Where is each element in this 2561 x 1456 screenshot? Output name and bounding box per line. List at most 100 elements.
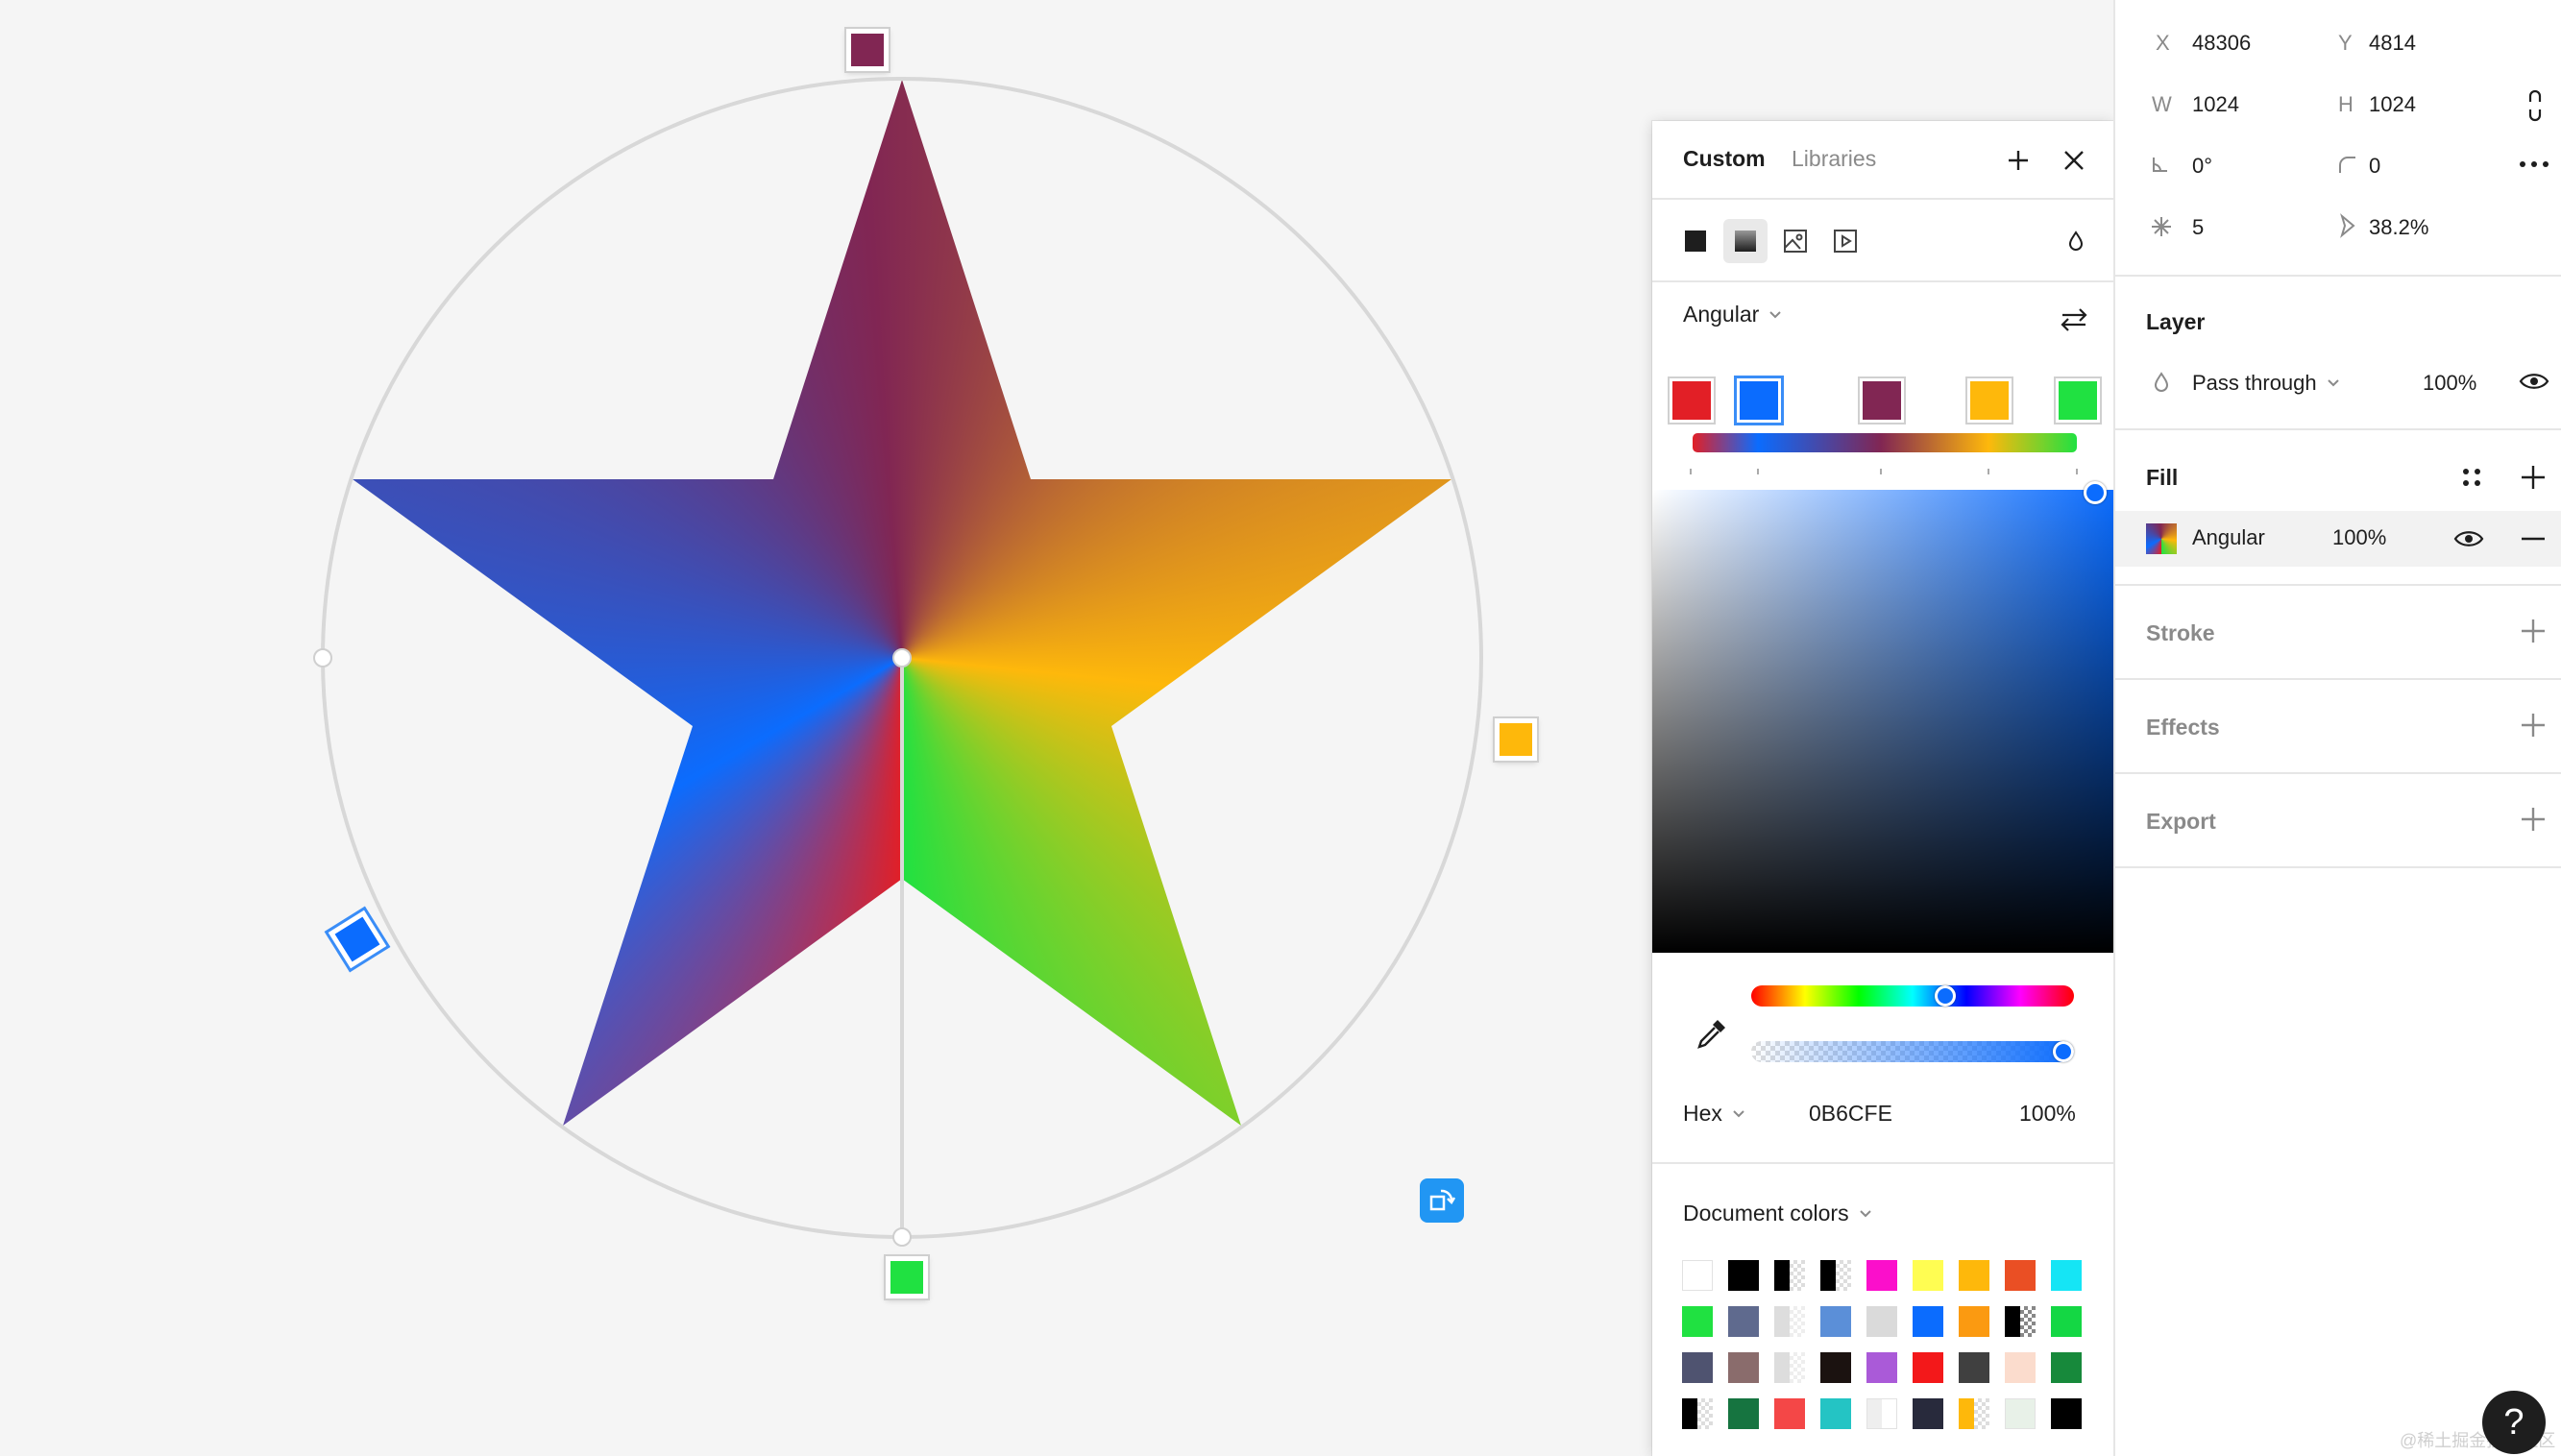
rotate-gradient-button[interactable] [1420, 1178, 1464, 1223]
gradient-stop-handle-right[interactable] [1495, 718, 1537, 761]
gradient-stop-2[interactable] [1737, 378, 1781, 423]
fill-swatch[interactable] [2146, 523, 2177, 554]
blend-mode-button[interactable] [2054, 219, 2098, 263]
document-color-swatch[interactable] [1682, 1260, 1713, 1291]
gradient-type-dropdown[interactable]: Angular [1683, 302, 1782, 328]
gradient-stop-4[interactable] [1967, 378, 2012, 423]
document-color-swatch[interactable] [1820, 1306, 1851, 1337]
hue-slider[interactable] [1751, 985, 2074, 1007]
saturation-knob[interactable] [2084, 481, 2107, 504]
tab-custom[interactable]: Custom [1683, 146, 1766, 172]
width-input[interactable]: 1024 [2192, 92, 2239, 117]
hue-knob[interactable] [1934, 985, 1956, 1007]
document-color-swatch[interactable] [1820, 1260, 1851, 1291]
document-color-swatch[interactable] [1866, 1306, 1897, 1337]
document-color-swatch[interactable] [1682, 1398, 1713, 1429]
gradient-center-handle[interactable] [892, 648, 912, 667]
add-fill-button[interactable] [2519, 463, 2548, 492]
star-ratio-input[interactable]: 38.2% [2369, 215, 2428, 240]
blend-mode-dropdown[interactable]: Pass through [2192, 371, 2340, 396]
close-button[interactable] [2052, 138, 2096, 182]
fill-name[interactable]: Angular [2192, 525, 2265, 550]
document-color-swatch[interactable] [1774, 1260, 1805, 1291]
document-color-swatch[interactable] [1820, 1352, 1851, 1383]
y-input[interactable]: 4814 [2369, 31, 2416, 56]
chevron-down-icon [1769, 310, 1781, 318]
document-color-swatch[interactable] [1728, 1352, 1759, 1383]
drop-icon [2154, 372, 2169, 392]
layer-visibility-toggle[interactable] [2519, 369, 2549, 399]
document-color-swatch[interactable] [2051, 1352, 2082, 1383]
help-button[interactable]: ? [2482, 1391, 2546, 1454]
gradient-stop-handle-bottom[interactable] [886, 1256, 928, 1298]
document-color-swatch[interactable] [1728, 1306, 1759, 1337]
document-color-swatch[interactable] [1959, 1306, 1989, 1337]
document-color-swatch[interactable] [1959, 1352, 1989, 1383]
tab-libraries[interactable]: Libraries [1792, 146, 1876, 172]
add-effect-button[interactable] [2519, 711, 2548, 740]
gradient-radius-handle-bottom[interactable] [892, 1227, 912, 1247]
document-color-swatch[interactable] [1913, 1306, 1943, 1337]
corner-radius-input[interactable]: 0 [2369, 154, 2380, 179]
document-color-swatch[interactable] [2005, 1306, 2036, 1337]
add-stroke-button[interactable] [2519, 617, 2548, 645]
gradient-stop-1[interactable] [1670, 378, 1714, 423]
flip-gradient-button[interactable] [2052, 298, 2096, 342]
constrain-proportions-button[interactable] [2521, 86, 2549, 125]
layer-opacity-input[interactable]: 100% [2423, 371, 2476, 396]
document-color-swatch[interactable] [1682, 1306, 1713, 1337]
eyedropper-button[interactable] [1689, 1012, 1733, 1056]
document-color-swatch[interactable] [2005, 1352, 2036, 1383]
document-color-swatch[interactable] [1913, 1260, 1943, 1291]
document-color-swatch[interactable] [1959, 1260, 1989, 1291]
star-points-input[interactable]: 5 [2192, 215, 2204, 240]
plus-icon [2522, 714, 2545, 737]
document-color-swatch[interactable] [1959, 1398, 1989, 1429]
saturation-brightness-area[interactable] [1652, 490, 2113, 953]
fill-type-gradient[interactable] [1723, 219, 1768, 263]
document-color-swatch[interactable] [1728, 1398, 1759, 1429]
opacity-knob[interactable] [2053, 1041, 2074, 1062]
gradient-bar[interactable] [1693, 433, 2077, 452]
height-input[interactable]: 1024 [2369, 92, 2416, 117]
color-format-dropdown[interactable]: Hex [1683, 1101, 1745, 1127]
document-colors-dropdown[interactable]: Document colors [1683, 1201, 1872, 1226]
document-color-swatch[interactable] [1682, 1352, 1713, 1383]
add-style-button[interactable] [1996, 138, 2040, 182]
drop-icon [2068, 231, 2084, 251]
more-options-button[interactable] [2517, 152, 2551, 177]
document-color-swatch[interactable] [2051, 1306, 2082, 1337]
document-color-swatch[interactable] [1866, 1398, 1897, 1429]
gradient-stop-3[interactable] [1860, 378, 1904, 423]
rotation-input[interactable]: 0° [2192, 154, 2212, 179]
x-input[interactable]: 48306 [2192, 31, 2251, 56]
opacity-slider[interactable] [1751, 1041, 2074, 1062]
document-color-swatch[interactable] [1820, 1398, 1851, 1429]
add-export-button[interactable] [2519, 805, 2548, 834]
document-color-swatch[interactable] [1866, 1260, 1897, 1291]
document-color-swatch[interactable] [2051, 1398, 2082, 1429]
fill-type-video[interactable] [1823, 219, 1867, 263]
fill-styles-button[interactable] [2457, 463, 2486, 497]
document-color-swatch[interactable] [1774, 1306, 1805, 1337]
document-color-swatch[interactable] [1913, 1398, 1943, 1429]
fill-type-solid[interactable] [1673, 219, 1718, 263]
gradient-stop-5[interactable] [2056, 378, 2100, 423]
document-color-swatch[interactable] [2051, 1260, 2082, 1291]
fill-item[interactable]: Angular 100% [2115, 511, 2561, 567]
fill-visibility-toggle[interactable] [2453, 526, 2484, 556]
fill-type-image[interactable] [1773, 219, 1817, 263]
gradient-radius-handle-left[interactable] [313, 648, 332, 667]
document-color-swatch[interactable] [2005, 1260, 2036, 1291]
hex-opacity-input[interactable]: 100% [2019, 1101, 2076, 1127]
document-color-swatch[interactable] [1913, 1352, 1943, 1383]
remove-fill-button[interactable] [2519, 524, 2548, 558]
gradient-stop-handle-top[interactable] [846, 29, 889, 71]
hex-input[interactable]: 0B6CFE [1809, 1101, 1892, 1127]
document-color-swatch[interactable] [2005, 1398, 2036, 1429]
fill-opacity-input[interactable]: 100% [2332, 525, 2386, 550]
document-color-swatch[interactable] [1728, 1260, 1759, 1291]
document-color-swatch[interactable] [1866, 1352, 1897, 1383]
document-color-swatch[interactable] [1774, 1398, 1805, 1429]
document-color-swatch[interactable] [1774, 1352, 1805, 1383]
